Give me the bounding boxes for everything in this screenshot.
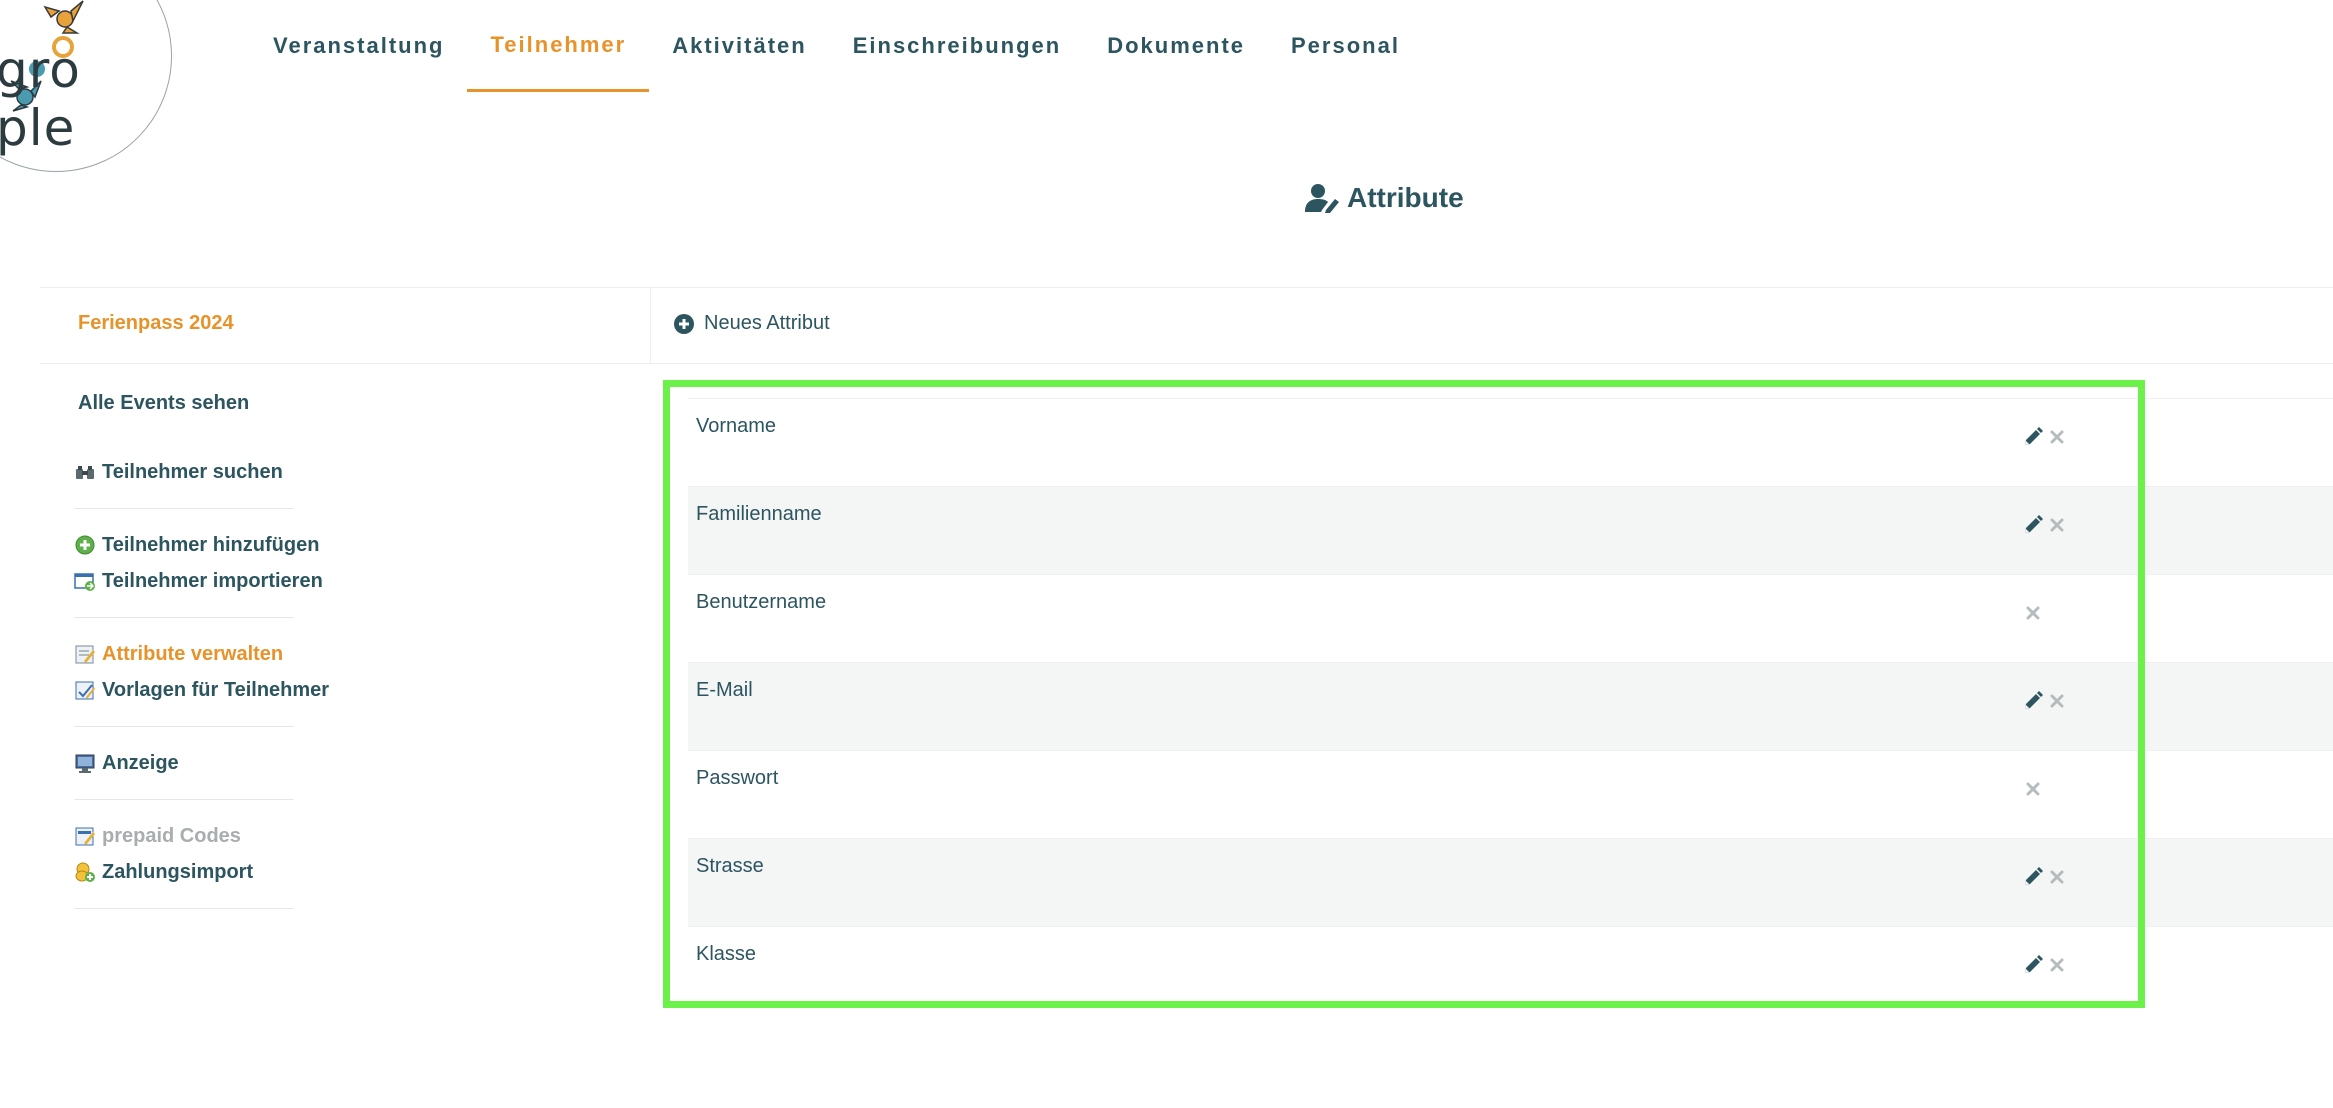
nav-veranstaltung[interactable]: Veranstaltung bbox=[250, 0, 467, 92]
sidebar-item-display[interactable]: Anzeige bbox=[74, 745, 294, 781]
sidebar-item-attributes[interactable]: Attribute verwalten bbox=[74, 636, 294, 672]
sidebar-group: prepaid Codes Zahlungsimport bbox=[74, 800, 294, 909]
sidebar-label: Teilnehmer importieren bbox=[102, 569, 323, 592]
sidebar-item-add[interactable]: Teilnehmer hinzufügen bbox=[74, 527, 319, 563]
divider bbox=[650, 287, 651, 364]
sidebar: Alle Events sehen Teilnehmer suchen Teil… bbox=[74, 392, 414, 909]
sidebar-label: Vorlagen für Teilnehmer bbox=[102, 678, 330, 701]
nav-aktivitaeten[interactable]: Aktivitäten bbox=[649, 0, 829, 92]
nav-teilnehmer[interactable]: Teilnehmer bbox=[467, 0, 650, 92]
import-icon bbox=[74, 573, 95, 591]
divider bbox=[40, 363, 2333, 364]
page-title: Attribute bbox=[1305, 178, 1464, 218]
sidebar-label: Attribute verwalten bbox=[102, 642, 284, 665]
sidebar-group: Attribute verwalten Vorlagen für Teilneh… bbox=[74, 618, 329, 727]
logo[interactable]: gro ple bbox=[0, 0, 172, 172]
sidebar-item-payment-import[interactable]: Zahlungsimport bbox=[74, 854, 294, 890]
user-edit-icon bbox=[1305, 184, 1339, 213]
sidebar-item-templates[interactable]: Vorlagen für Teilnehmer bbox=[74, 672, 329, 708]
sidebar-label: Teilnehmer suchen bbox=[102, 460, 283, 483]
sidebar-item-import[interactable]: Teilnehmer importieren bbox=[74, 563, 323, 599]
binoculars-icon bbox=[76, 466, 94, 479]
sidebar-item-search[interactable]: Teilnehmer suchen bbox=[74, 454, 294, 490]
prepaid-icon bbox=[75, 827, 95, 846]
new-attribute-button[interactable]: Neues Attribut bbox=[674, 312, 830, 335]
page-title-text: Attribute bbox=[1347, 182, 1464, 213]
sidebar-group: Teilnehmer hinzufügen Teilnehmer importi… bbox=[74, 509, 323, 618]
coins-icon bbox=[75, 862, 95, 882]
sidebar-label: Anzeige bbox=[102, 751, 179, 774]
template-icon bbox=[75, 681, 95, 700]
nav-dokumente[interactable]: Dokumente bbox=[1084, 0, 1268, 92]
nav-personal[interactable]: Personal bbox=[1268, 0, 1423, 92]
highlight-frame bbox=[663, 380, 2145, 1008]
sidebar-label: Teilnehmer hinzufügen bbox=[102, 533, 320, 556]
sidebar-label: Zahlungsimport bbox=[102, 860, 254, 883]
add-circle-icon bbox=[75, 535, 95, 555]
divider bbox=[40, 287, 2333, 288]
event-name[interactable]: Ferienpass 2024 bbox=[78, 312, 234, 335]
sidebar-label: prepaid Codes bbox=[102, 824, 241, 847]
sidebar-item-prepaid[interactable]: prepaid Codes bbox=[74, 818, 294, 854]
new-attribute-label: Neues Attribut bbox=[704, 312, 830, 334]
plus-circle-icon bbox=[674, 313, 694, 334]
monitor-icon bbox=[75, 754, 95, 773]
nav-einschreibungen[interactable]: Einschreibungen bbox=[830, 0, 1084, 92]
all-events-link[interactable]: Alle Events sehen bbox=[78, 392, 414, 424]
sidebar-group: Anzeige bbox=[74, 727, 294, 800]
logo-text: gro ple bbox=[0, 41, 81, 157]
main-nav: Veranstaltung Teilnehmer Aktivitäten Ein… bbox=[250, 0, 1423, 92]
edit-list-icon bbox=[75, 645, 95, 664]
sidebar-group: Teilnehmer suchen bbox=[74, 424, 294, 509]
